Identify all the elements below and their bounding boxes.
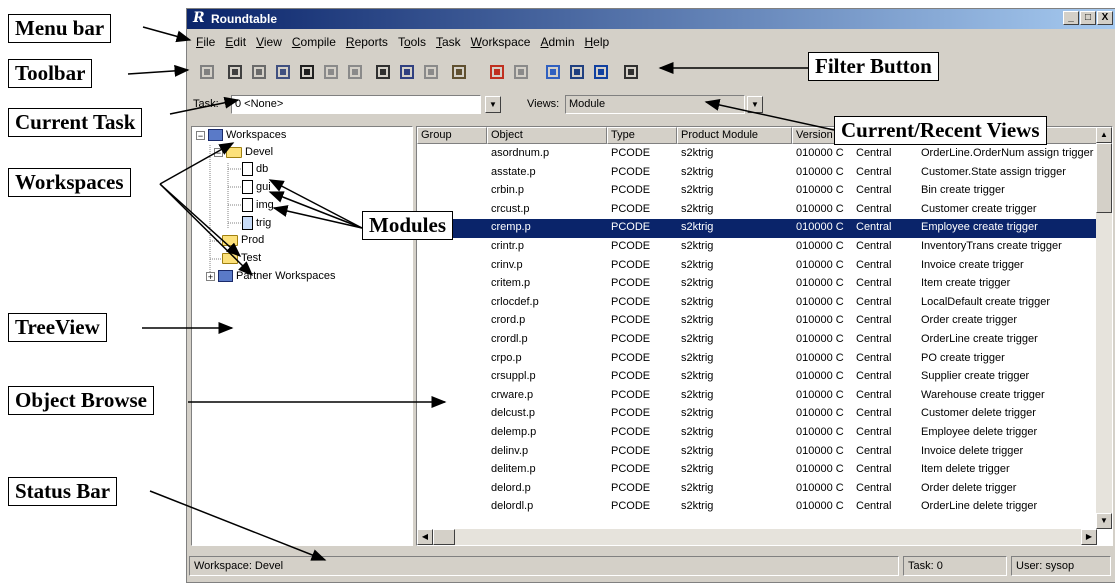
callout-workspaces: Workspaces [8,168,131,197]
callout-filter-button: Filter Button [808,52,939,81]
callout-current-recent-views: Current/Recent Views [834,116,1047,145]
callout-modules: Modules [362,211,454,240]
callout-current-task: Current Task [8,108,143,137]
callout-arrows [127,26,835,561]
callout-toolbar: Toolbar [8,59,93,88]
callout-object-browse: Object Browse [8,386,154,415]
callout-status-bar: Status Bar [8,477,118,506]
callout-menu-bar: Menu bar [8,14,112,43]
callout-treeview: TreeView [8,313,107,342]
